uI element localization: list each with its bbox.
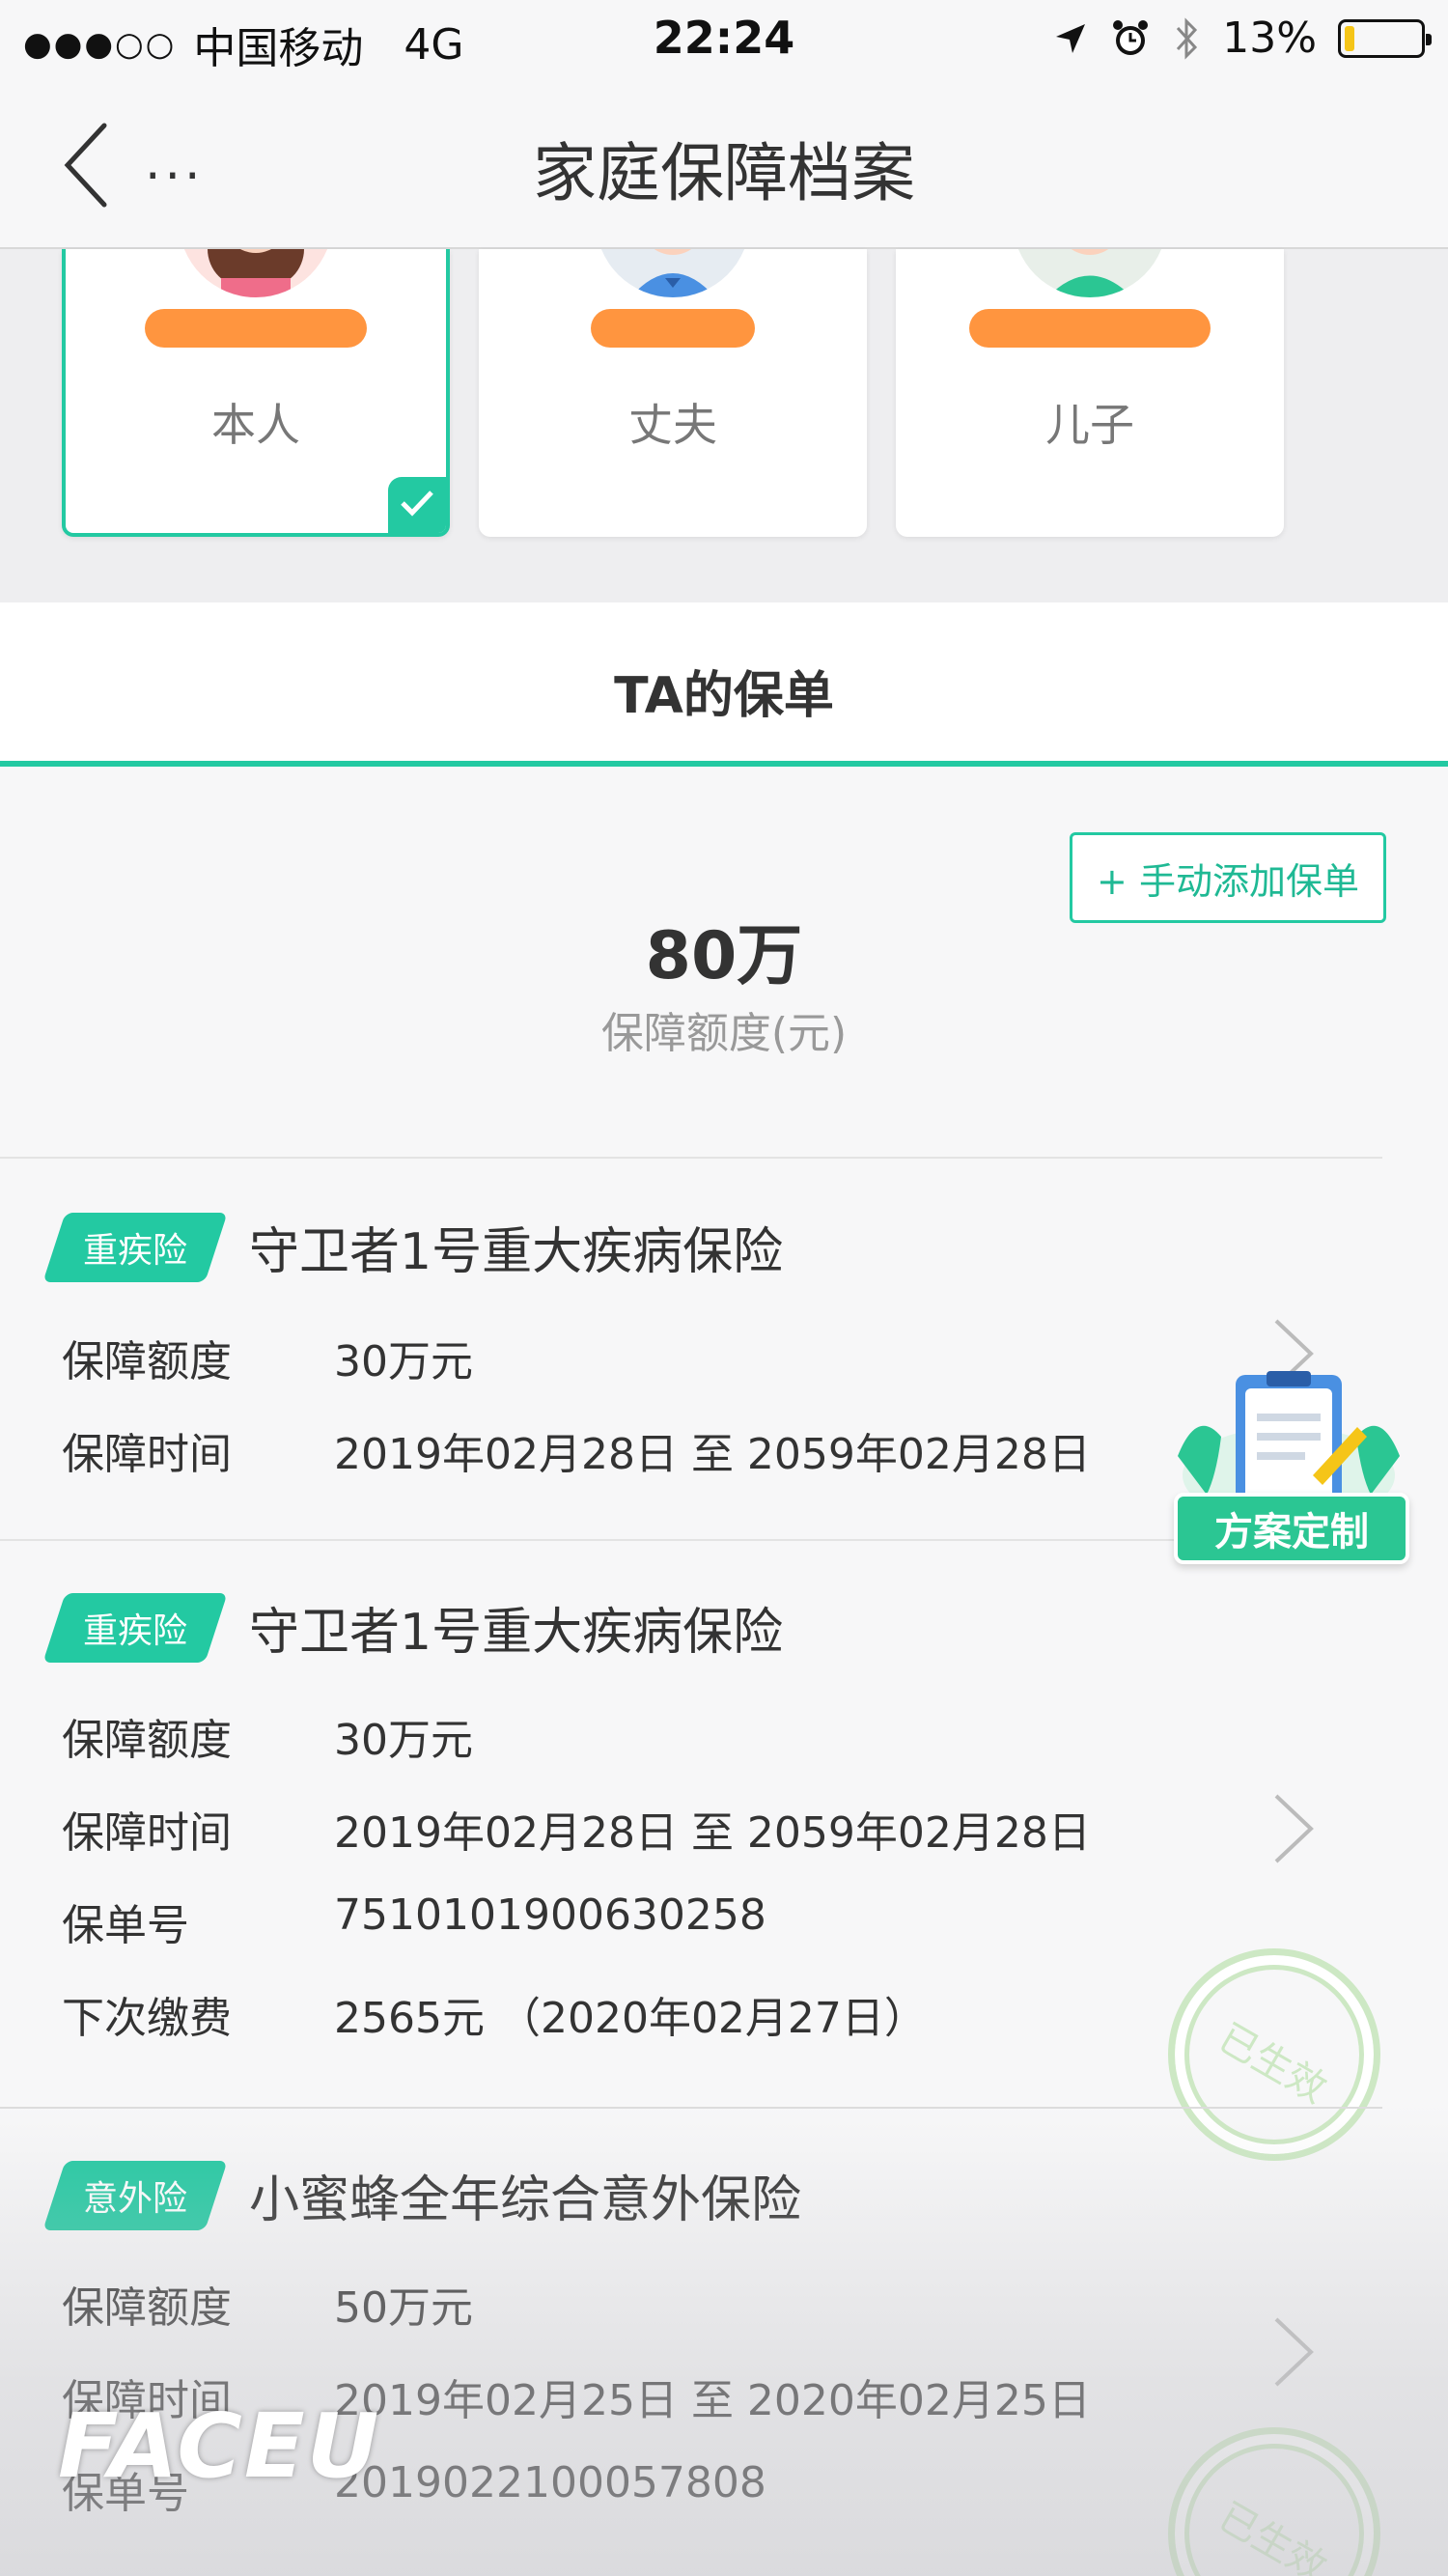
field-label: 保障额度 xyxy=(62,2283,232,2333)
policy-type-tag: 重疾险 xyxy=(42,1592,228,1663)
field-label: 保单号 xyxy=(62,1901,189,1950)
active-stamp: 已生效 xyxy=(1168,2427,1380,2576)
member-card-self[interactable]: 本人 xyxy=(62,249,450,537)
policy-name: 守卫者1号重大疾病保险 xyxy=(249,1604,784,1662)
field-label: 保障时间 xyxy=(62,1808,232,1858)
battery-icon xyxy=(1338,18,1432,58)
member-role: 本人 xyxy=(211,399,300,451)
page-title: 家庭保障档案 xyxy=(533,136,915,210)
field-value: 2565元 （2020年02月27日） xyxy=(334,1994,927,2043)
policy-name: 守卫者1号重大疾病保险 xyxy=(249,1223,784,1281)
field-value: 30万元 xyxy=(334,1716,473,1765)
battery-percent: 13% xyxy=(1222,14,1317,63)
location-arrow-icon xyxy=(1056,23,1086,53)
field-label: 保障额度 xyxy=(62,1716,232,1765)
field-value: 2019年02月25日 至 2020年02月25日 xyxy=(334,2376,1091,2425)
field-label: 保障额度 xyxy=(62,1337,232,1386)
avatar-child xyxy=(1017,249,1162,297)
policy-field: 保障额度 30万元 xyxy=(62,1327,473,1388)
redacted-name xyxy=(969,309,1211,348)
tab-title: TA的保单 xyxy=(614,667,834,725)
selected-check-icon xyxy=(388,477,446,533)
policy-name: 小蜜蜂全年综合意外保险 xyxy=(249,2171,802,2229)
policy-field: 保障时间 2019年02月28日 至 2059年02月28日 xyxy=(62,1419,1091,1481)
navigation-bar: ... 家庭保障档案 xyxy=(0,79,1448,249)
policy-field: 保障时间 2019年02月28日 至 2059年02月28日 xyxy=(62,1798,1091,1860)
family-member-list: 本人 丈夫 儿子 xyxy=(0,249,1448,602)
alarm-clock-icon xyxy=(1113,19,1149,55)
policy-card[interactable]: 重疾险 守卫者1号重大疾病保险 保障额度 30万元 保障时间 2019年02月2… xyxy=(0,1541,1448,2161)
field-value: 2019年02月28日 至 2059年02月28日 xyxy=(334,1808,1091,1858)
policy-field: 保障额度 30万元 xyxy=(62,1705,473,1767)
bluetooth-icon xyxy=(1177,16,1198,60)
divider xyxy=(0,1157,1382,1159)
member-card-husband[interactable]: 丈夫 xyxy=(479,249,867,537)
field-label: 下次缴费 xyxy=(62,1994,232,2043)
member-role: 丈夫 xyxy=(628,399,717,451)
policy-type-tag: 重疾险 xyxy=(42,1212,228,1282)
redacted-name xyxy=(591,309,755,348)
coverage-summary: + 手动添加保单 80万 保障额度(元) xyxy=(0,767,1448,1161)
member-role: 儿子 xyxy=(1045,399,1134,451)
total-coverage-label: 保障额度(元) xyxy=(600,1009,848,1058)
avatar-male xyxy=(600,249,745,297)
field-value: 2019022100057808 xyxy=(334,2458,766,2507)
battery-level xyxy=(1345,25,1354,51)
stamp-text: 已生效 xyxy=(1211,2494,1334,2576)
field-value: 50万元 xyxy=(334,2283,473,2333)
field-value: 30万元 xyxy=(334,1337,473,1386)
chevron-right-icon[interactable] xyxy=(1270,1790,1319,1867)
chevron-right-icon[interactable] xyxy=(1270,2313,1319,2391)
field-label: 保障时间 xyxy=(62,1430,232,1479)
field-value: 2019年02月28日 至 2059年02月28日 xyxy=(334,1430,1091,1479)
status-bar: ●●●○○ 中国移动 4G 22:24 13% xyxy=(0,0,1448,79)
tab-policies[interactable]: TA的保单 xyxy=(0,602,1448,767)
member-card-son[interactable]: 儿子 xyxy=(896,249,1284,537)
policy-field: 保单号 7510101900630258 xyxy=(62,1890,766,1952)
avatar-female xyxy=(183,249,328,297)
policy-type-tag: 意外险 xyxy=(42,2160,228,2230)
redacted-name xyxy=(145,309,367,348)
field-value: 7510101900630258 xyxy=(334,1890,766,1940)
policy-field: 下次缴费 2565元 （2020年02月27日） xyxy=(62,1983,927,2045)
policy-card[interactable]: 意外险 小蜜蜂全年综合意外保险 保障额度 50万元 保障时间 2019年02月2… xyxy=(0,2109,1448,2576)
total-coverage-amount: 80万 xyxy=(645,918,803,994)
policy-field: 保障额度 50万元 xyxy=(62,2273,473,2335)
watermark-logo: FACEU xyxy=(58,2394,381,2498)
